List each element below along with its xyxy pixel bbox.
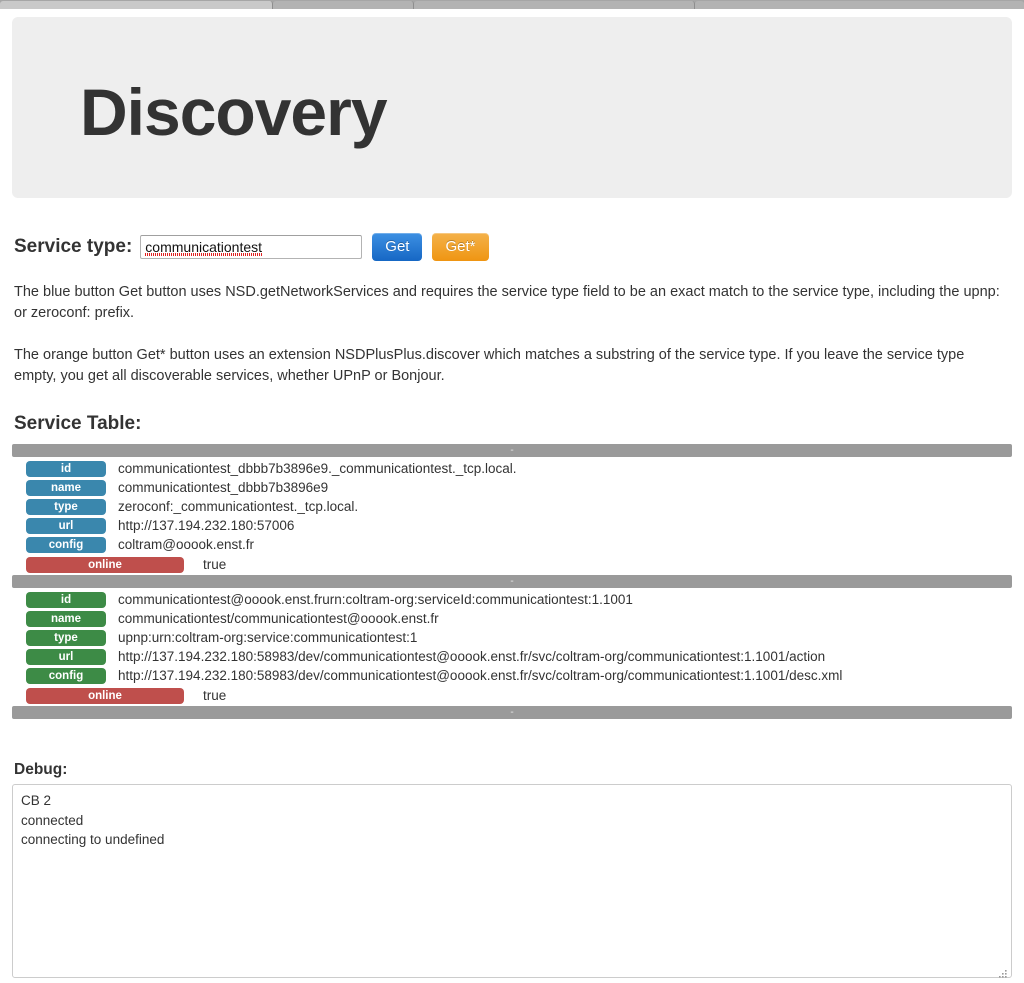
field-value-id: communicationtest_dbbb7b3896e9._communic… xyxy=(118,461,517,476)
service-table: - id communicationtest_dbbb7b3896e9._com… xyxy=(12,444,1012,719)
field-value-name: communicationtest_dbbb7b3896e9 xyxy=(118,480,329,495)
debug-textarea[interactable] xyxy=(12,784,1012,978)
field-badge-config: config xyxy=(26,667,106,684)
browser-tab-1[interactable] xyxy=(0,1,274,9)
field-value-name: communicationtest/communicationtest@oooo… xyxy=(118,611,439,626)
service-field-row: name communicationtest_dbbb7b3896e9 xyxy=(12,478,1012,497)
service-online-row: online true xyxy=(12,685,1012,706)
browser-tab-3[interactable] xyxy=(414,1,695,9)
field-value-type: zeroconf:_communicationtest._tcp.local. xyxy=(118,499,359,514)
service-field-row: type upnp:urn:coltram-org:service:commun… xyxy=(12,628,1012,647)
field-badge-url: url xyxy=(26,517,106,534)
field-badge-config: config xyxy=(26,536,106,553)
browser-tab-2[interactable] xyxy=(273,1,415,9)
field-value-config: coltram@ooook.enst.fr xyxy=(118,537,255,552)
service-separator-bar-top: - xyxy=(12,444,1012,457)
field-value-config: http://137.194.232.180:58983/dev/communi… xyxy=(118,668,843,683)
service-field-row: config coltram@ooook.enst.fr xyxy=(12,535,1012,554)
get-star-button[interactable]: Get* xyxy=(432,233,489,261)
field-badge-name: name xyxy=(26,610,106,627)
service-type-input-wrap xyxy=(140,235,363,259)
service-field-row: type zeroconf:_communicationtest._tcp.lo… xyxy=(12,497,1012,516)
field-value-online: true xyxy=(203,557,227,572)
field-badge-online: online xyxy=(26,556,184,573)
service-type-form: Service type: Get Get* xyxy=(14,232,1024,262)
service-field-row: id communicationtest_dbbb7b3896e9._commu… xyxy=(12,459,1012,478)
service-field-row: url http://137.194.232.180:57006 xyxy=(12,516,1012,535)
service-separator-bar-middle: - xyxy=(12,575,1012,588)
description-blue-button: The blue button Get button uses NSD.getN… xyxy=(14,284,1000,321)
debug-area-wrap xyxy=(12,784,1012,983)
get-button[interactable]: Get xyxy=(372,233,423,261)
field-badge-type: type xyxy=(26,498,106,515)
service-type-label: Service type: xyxy=(14,236,133,257)
service-field-row: name communicationtest/communicationtest… xyxy=(12,609,1012,628)
service-field-row: id communicationtest@ooook.enst.frurn:co… xyxy=(12,590,1012,609)
field-value-url: http://137.194.232.180:58983/dev/communi… xyxy=(118,649,826,664)
field-badge-id: id xyxy=(26,460,106,477)
field-badge-online: online xyxy=(26,687,184,704)
debug-title: Debug: xyxy=(14,761,68,778)
page-title: Discovery xyxy=(80,75,388,149)
field-badge-id: id xyxy=(26,591,106,608)
description-orange-button: The orange button Get* button uses an ex… xyxy=(14,347,965,384)
browser-tab-4[interactable] xyxy=(694,1,1024,9)
service-table-title: Service Table: xyxy=(14,413,142,434)
service-block: id communicationtest_dbbb7b3896e9._commu… xyxy=(12,459,1012,575)
service-type-input[interactable] xyxy=(140,235,363,259)
field-value-online: true xyxy=(203,688,227,703)
field-value-url: http://137.194.232.180:57006 xyxy=(118,518,295,533)
service-field-row: url http://137.194.232.180:58983/dev/com… xyxy=(12,647,1012,666)
page-body: Discovery Service type: Get Get* The blu… xyxy=(0,9,1024,982)
service-field-row: config http://137.194.232.180:58983/dev/… xyxy=(12,666,1012,685)
service-block: id communicationtest@ooook.enst.frurn:co… xyxy=(12,590,1012,706)
field-value-id: communicationtest@ooook.enst.frurn:coltr… xyxy=(118,592,633,607)
service-online-row: online true xyxy=(12,554,1012,575)
browser-tab-strip xyxy=(0,0,1024,9)
field-badge-type: type xyxy=(26,629,106,646)
field-value-type: upnp:urn:coltram-org:service:communicati… xyxy=(118,630,418,645)
page-header-jumbotron: Discovery xyxy=(12,17,1012,198)
field-badge-url: url xyxy=(26,648,106,665)
service-separator-bar-bottom: - xyxy=(12,706,1012,719)
field-badge-name: name xyxy=(26,479,106,496)
